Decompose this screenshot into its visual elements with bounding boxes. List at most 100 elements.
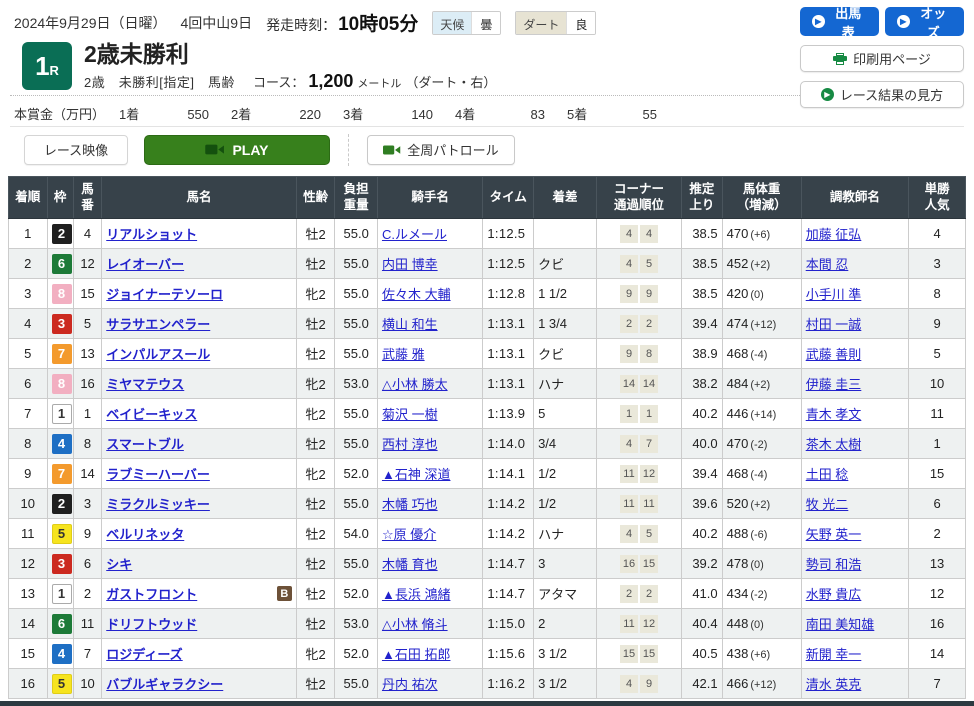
entry-table-button[interactable]: ▶ 出馬表 [800,7,879,36]
horse-weight-diff: (-4) [750,349,767,361]
jockey-link[interactable]: 丹内 祐次 [382,677,438,692]
carried-weight: 52.0 [335,639,378,669]
odds-button[interactable]: ▶ オッズ [885,7,964,36]
horse-name-link[interactable]: シキ [106,554,132,573]
bracket-number: 5 [52,674,72,694]
trainer-link[interactable]: 新開 幸一 [806,647,862,662]
favorite-rank: 14 [909,639,966,669]
finish-time: 1:13.1 [483,339,534,369]
jockey-link[interactable]: 佐々木 大輔 [382,287,451,302]
finish-position: 11 [9,519,48,549]
horse-name-cell: ドリフトウッド [102,609,297,639]
trainer-link[interactable]: 南田 美知雄 [806,617,875,632]
jockey-link[interactable]: △小林 脩斗 [382,617,448,632]
horse-name-link[interactable]: ロジディーズ [106,644,182,663]
trainer-link[interactable]: 青木 孝文 [806,407,862,422]
jockey-link[interactable]: 武藤 雅 [382,347,425,362]
jockey-link[interactable]: 西村 淳也 [382,437,438,452]
trainer-link[interactable]: 矢野 英一 [806,527,862,542]
bracket-cell: 8 [47,369,73,399]
horse-number: 15 [73,279,101,309]
horse-name-link[interactable]: ベルリネッタ [106,524,184,543]
horse-weight: 420(0) [722,279,801,309]
print-page-button[interactable]: 印刷用ページ [800,45,964,72]
corner-position: 4 [620,675,638,693]
corner-positions: 1414 [596,369,681,399]
trainer-link[interactable]: 小手川 準 [806,287,862,302]
trainer-link[interactable]: 村田 一誠 [806,317,862,332]
jockey-link[interactable]: 木幡 巧也 [382,497,438,512]
horse-name-link[interactable]: ジョイナーテソーロ [106,284,223,303]
jockey-link[interactable]: ☆原 優介 [382,527,436,542]
corner-position: 1 [620,405,638,423]
finish-position: 2 [9,249,48,279]
horse-name-link[interactable]: スマートブル [106,434,184,453]
corner-position: 8 [640,345,658,363]
horse-name-link[interactable]: リアルショット [106,224,197,243]
horse-name-link[interactable]: ガストフロント [106,584,197,603]
jockey-link[interactable]: C.ルメール [382,227,447,242]
finish-time: 1:14.2 [483,519,534,549]
jockey-cell: 横山 和生 [377,309,482,339]
finish-time: 1:14.1 [483,459,534,489]
start-time: 発走時刻： 10時05分 [266,9,418,36]
horse-name-link[interactable]: ミラクルミッキー [106,494,210,513]
bracket-cell: 6 [47,249,73,279]
trainer-link[interactable]: 加藤 征弘 [806,227,862,242]
course-note: （ダート・右） [405,72,496,91]
horse-name-link[interactable]: ドリフトウッド [106,614,197,633]
jockey-cell: △小林 勝太 [377,369,482,399]
trainer-link[interactable]: 伊藤 圭三 [806,377,862,392]
horse-name-link[interactable]: ベイビーキッス [106,404,197,423]
horse-weight: 478(0) [722,549,801,579]
horse-name-link[interactable]: レイオーバー [106,254,184,273]
patrol-video-button[interactable]: 全周パトロール [367,135,515,165]
sex-age: 牡2 [296,489,335,519]
jockey-link[interactable]: 横山 和生 [382,317,438,332]
trainer-link[interactable]: 清水 英克 [806,677,862,692]
result-guide-button[interactable]: ▶ レース結果の見方 [800,81,964,108]
trainer-link[interactable]: 茶木 太樹 [806,437,862,452]
jockey-link[interactable]: 菊沢 一樹 [382,407,438,422]
play-button[interactable]: PLAY [144,135,330,165]
margin: アタマ [534,579,597,609]
corner-positions: 22 [596,579,681,609]
horse-name-link[interactable]: ラブミーハーバー [106,464,210,483]
trainer-link[interactable]: 牧 光二 [806,497,849,512]
jockey-link[interactable]: △小林 勝太 [382,377,448,392]
race-number-suffix: R [50,63,59,78]
last-3f-time: 39.2 [682,549,723,579]
corner-position: 16 [620,555,638,573]
horse-name-link[interactable]: インパルアスール [106,344,210,363]
horse-name-cell: レイオーバー [102,249,297,279]
horse-weight-diff: (-4) [750,469,767,481]
finish-position: 8 [9,429,48,459]
corner-positions: 1112 [596,459,681,489]
prize-place: 3着 [343,104,377,123]
trainer-link[interactable]: 武藤 善則 [806,347,862,362]
finish-position: 14 [9,609,48,639]
horse-name-link[interactable]: サラサエンペラー [106,314,210,333]
jockey-link[interactable]: ▲長浜 鴻緒 [382,587,450,602]
horse-name-link[interactable]: ミヤマテウス [106,374,184,393]
jockey-link[interactable]: 木幡 育也 [382,557,438,572]
trainer-link[interactable]: 本間 忍 [806,257,849,272]
favorite-rank: 12 [909,579,966,609]
last-3f-time: 40.0 [682,429,723,459]
horse-weight-diff: (-2) [750,589,767,601]
finish-time: 1:14.2 [483,489,534,519]
finish-time: 1:14.7 [483,549,534,579]
table-row: 11 5 9 ベルリネッタ 牡2 54.0 ☆原 優介 1:14.2 ハナ 45… [9,519,966,549]
footer-strip [0,701,974,706]
race-video-button[interactable]: レース映像 [24,135,128,165]
jockey-link[interactable]: 内田 博幸 [382,257,438,272]
margin [534,219,597,249]
horse-weight: 488(-6) [722,519,801,549]
trainer-link[interactable]: 水野 貴広 [806,587,862,602]
horse-name-link[interactable]: バブルギャラクシー [106,674,223,693]
trainer-link[interactable]: 勢司 和浩 [806,557,862,572]
jockey-link[interactable]: ▲石神 深道 [382,467,450,482]
jockey-link[interactable]: ▲石田 拓郎 [382,647,450,662]
trainer-link[interactable]: 土田 稔 [806,467,849,482]
trainer-cell: 村田 一誠 [801,309,908,339]
